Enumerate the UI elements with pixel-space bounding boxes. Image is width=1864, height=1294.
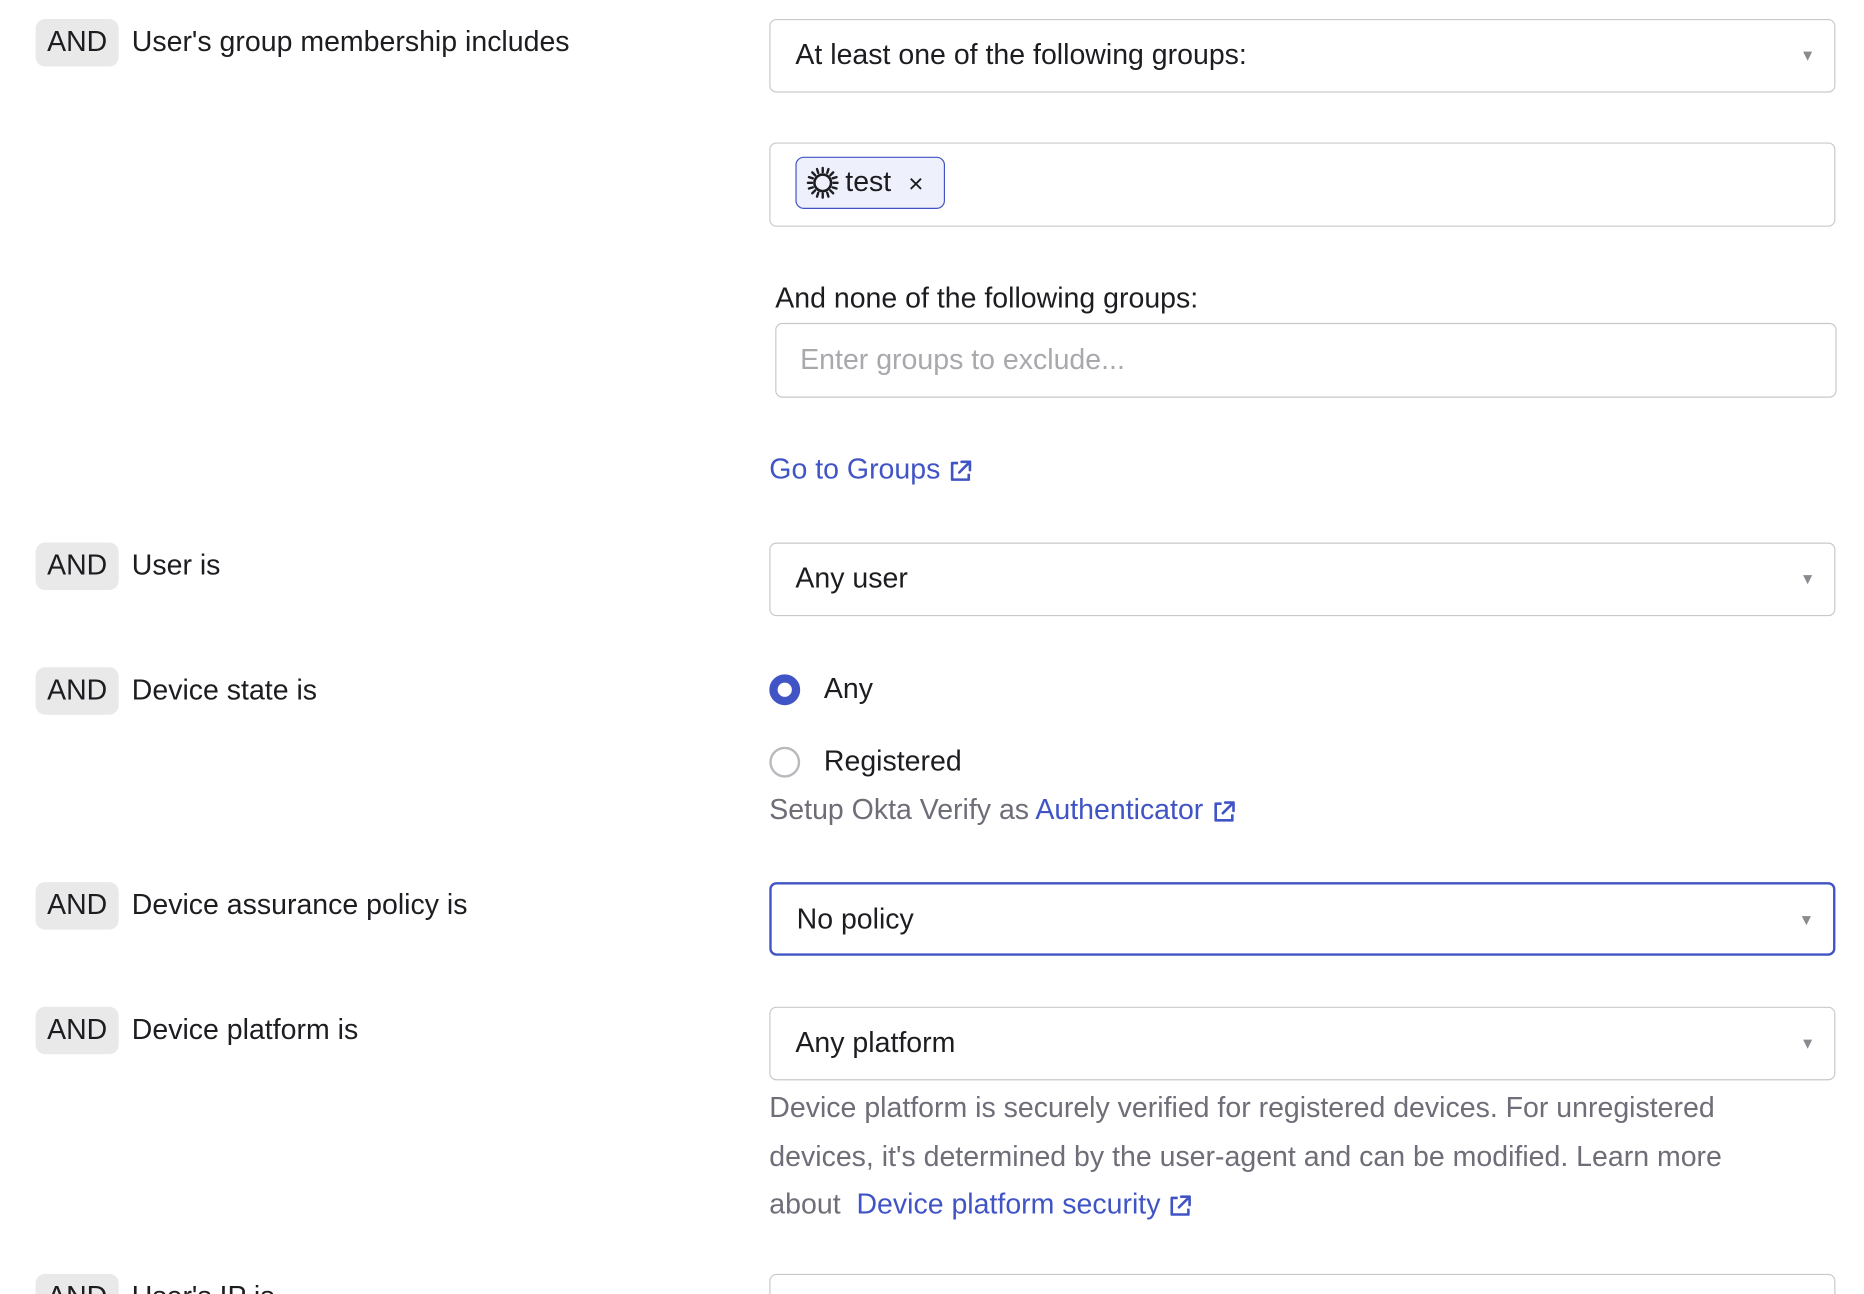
user-is-select-value: Any user xyxy=(795,562,908,595)
group-membership-select[interactable]: At least one of the following groups: ▼ xyxy=(769,18,1836,93)
device-platform-hint-line: devices, it's determined by the user-age… xyxy=(769,1140,1722,1173)
device-platform-security-link-label: Device platform security xyxy=(856,1188,1161,1221)
and-chip: AND xyxy=(35,1273,119,1294)
exclude-groups-label: And none of the following groups: xyxy=(775,282,1199,315)
chevron-down-icon: ▼ xyxy=(1799,46,1816,65)
conditions-form: AND User's group membership includes At … xyxy=(0,0,1864,1294)
device-platform-label: Device platform is xyxy=(131,1013,359,1046)
go-to-groups-link[interactable]: Go to Groups xyxy=(769,451,973,489)
users-ip-label: User's IP is xyxy=(132,1274,275,1294)
device-platform-hint-line: about Device platform security xyxy=(769,1181,1837,1229)
authenticator-link-label: Authenticator xyxy=(1035,794,1204,827)
okta-verify-hint: Setup Okta Verify as Authenticator xyxy=(769,792,1236,830)
included-groups-field[interactable]: test × xyxy=(769,142,1836,227)
users-ip-select[interactable] xyxy=(769,1273,1836,1294)
external-link-icon xyxy=(950,460,972,481)
device-platform-select[interactable]: Any platform ▼ xyxy=(769,1006,1836,1081)
chevron-down-icon: ▼ xyxy=(1799,1034,1816,1052)
external-link-icon xyxy=(1213,800,1235,822)
group-membership-label: User's group membership includes xyxy=(131,26,570,59)
device-state-any-radio[interactable] xyxy=(769,674,801,706)
device-platform-select-value: Any platform xyxy=(795,1026,956,1059)
group-chip-label: test xyxy=(845,166,892,199)
device-platform-hint: Device platform is securely verified for… xyxy=(769,1085,1837,1229)
device-state-registered-label[interactable]: Registered xyxy=(824,744,962,780)
device-platform-hint-line: Device platform is securely verified for… xyxy=(769,1092,1715,1125)
authenticator-link[interactable]: Authenticator xyxy=(1035,794,1236,826)
device-assurance-label: Device assurance policy is xyxy=(131,889,468,922)
and-chip: AND xyxy=(35,1006,119,1055)
group-membership-select-value: At least one of the following groups: xyxy=(795,39,1247,72)
chevron-down-icon: ▼ xyxy=(1799,569,1816,588)
and-chip: AND xyxy=(35,18,119,67)
okta-verify-hint-text: Setup Okta Verify as xyxy=(769,794,1030,827)
external-link-icon xyxy=(1171,1194,1192,1216)
device-state-any-label[interactable]: Any xyxy=(824,672,873,708)
device-assurance-select-value: No policy xyxy=(796,903,914,936)
device-platform-hint-about: about xyxy=(769,1188,841,1221)
device-assurance-select[interactable]: No policy ▼ xyxy=(769,882,1836,956)
chevron-down-icon: ▼ xyxy=(1798,910,1815,929)
device-state-label: Device state is xyxy=(131,674,318,707)
group-chip-test: test × xyxy=(795,156,946,209)
and-chip: AND xyxy=(35,542,119,591)
user-is-label: User is xyxy=(131,549,221,582)
go-to-groups-label: Go to Groups xyxy=(769,453,941,486)
user-is-select[interactable]: Any user ▼ xyxy=(769,542,1836,617)
close-icon[interactable]: × xyxy=(908,158,923,209)
device-platform-security-link[interactable]: Device platform security xyxy=(856,1188,1193,1220)
device-state-registered-radio[interactable] xyxy=(769,746,801,778)
exclude-groups-input[interactable] xyxy=(775,322,1837,398)
and-chip: AND xyxy=(35,882,119,930)
and-chip: AND xyxy=(35,667,119,715)
group-sunburst-icon xyxy=(806,166,839,199)
